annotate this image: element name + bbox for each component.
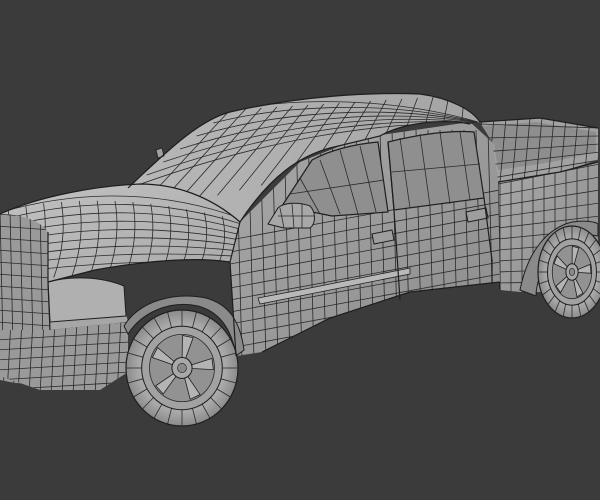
front-wheel	[125, 309, 239, 427]
headlight	[47, 277, 127, 323]
truck-render	[0, 0, 600, 500]
rear-wheel	[537, 225, 600, 319]
3d-viewport[interactable]	[0, 0, 600, 500]
